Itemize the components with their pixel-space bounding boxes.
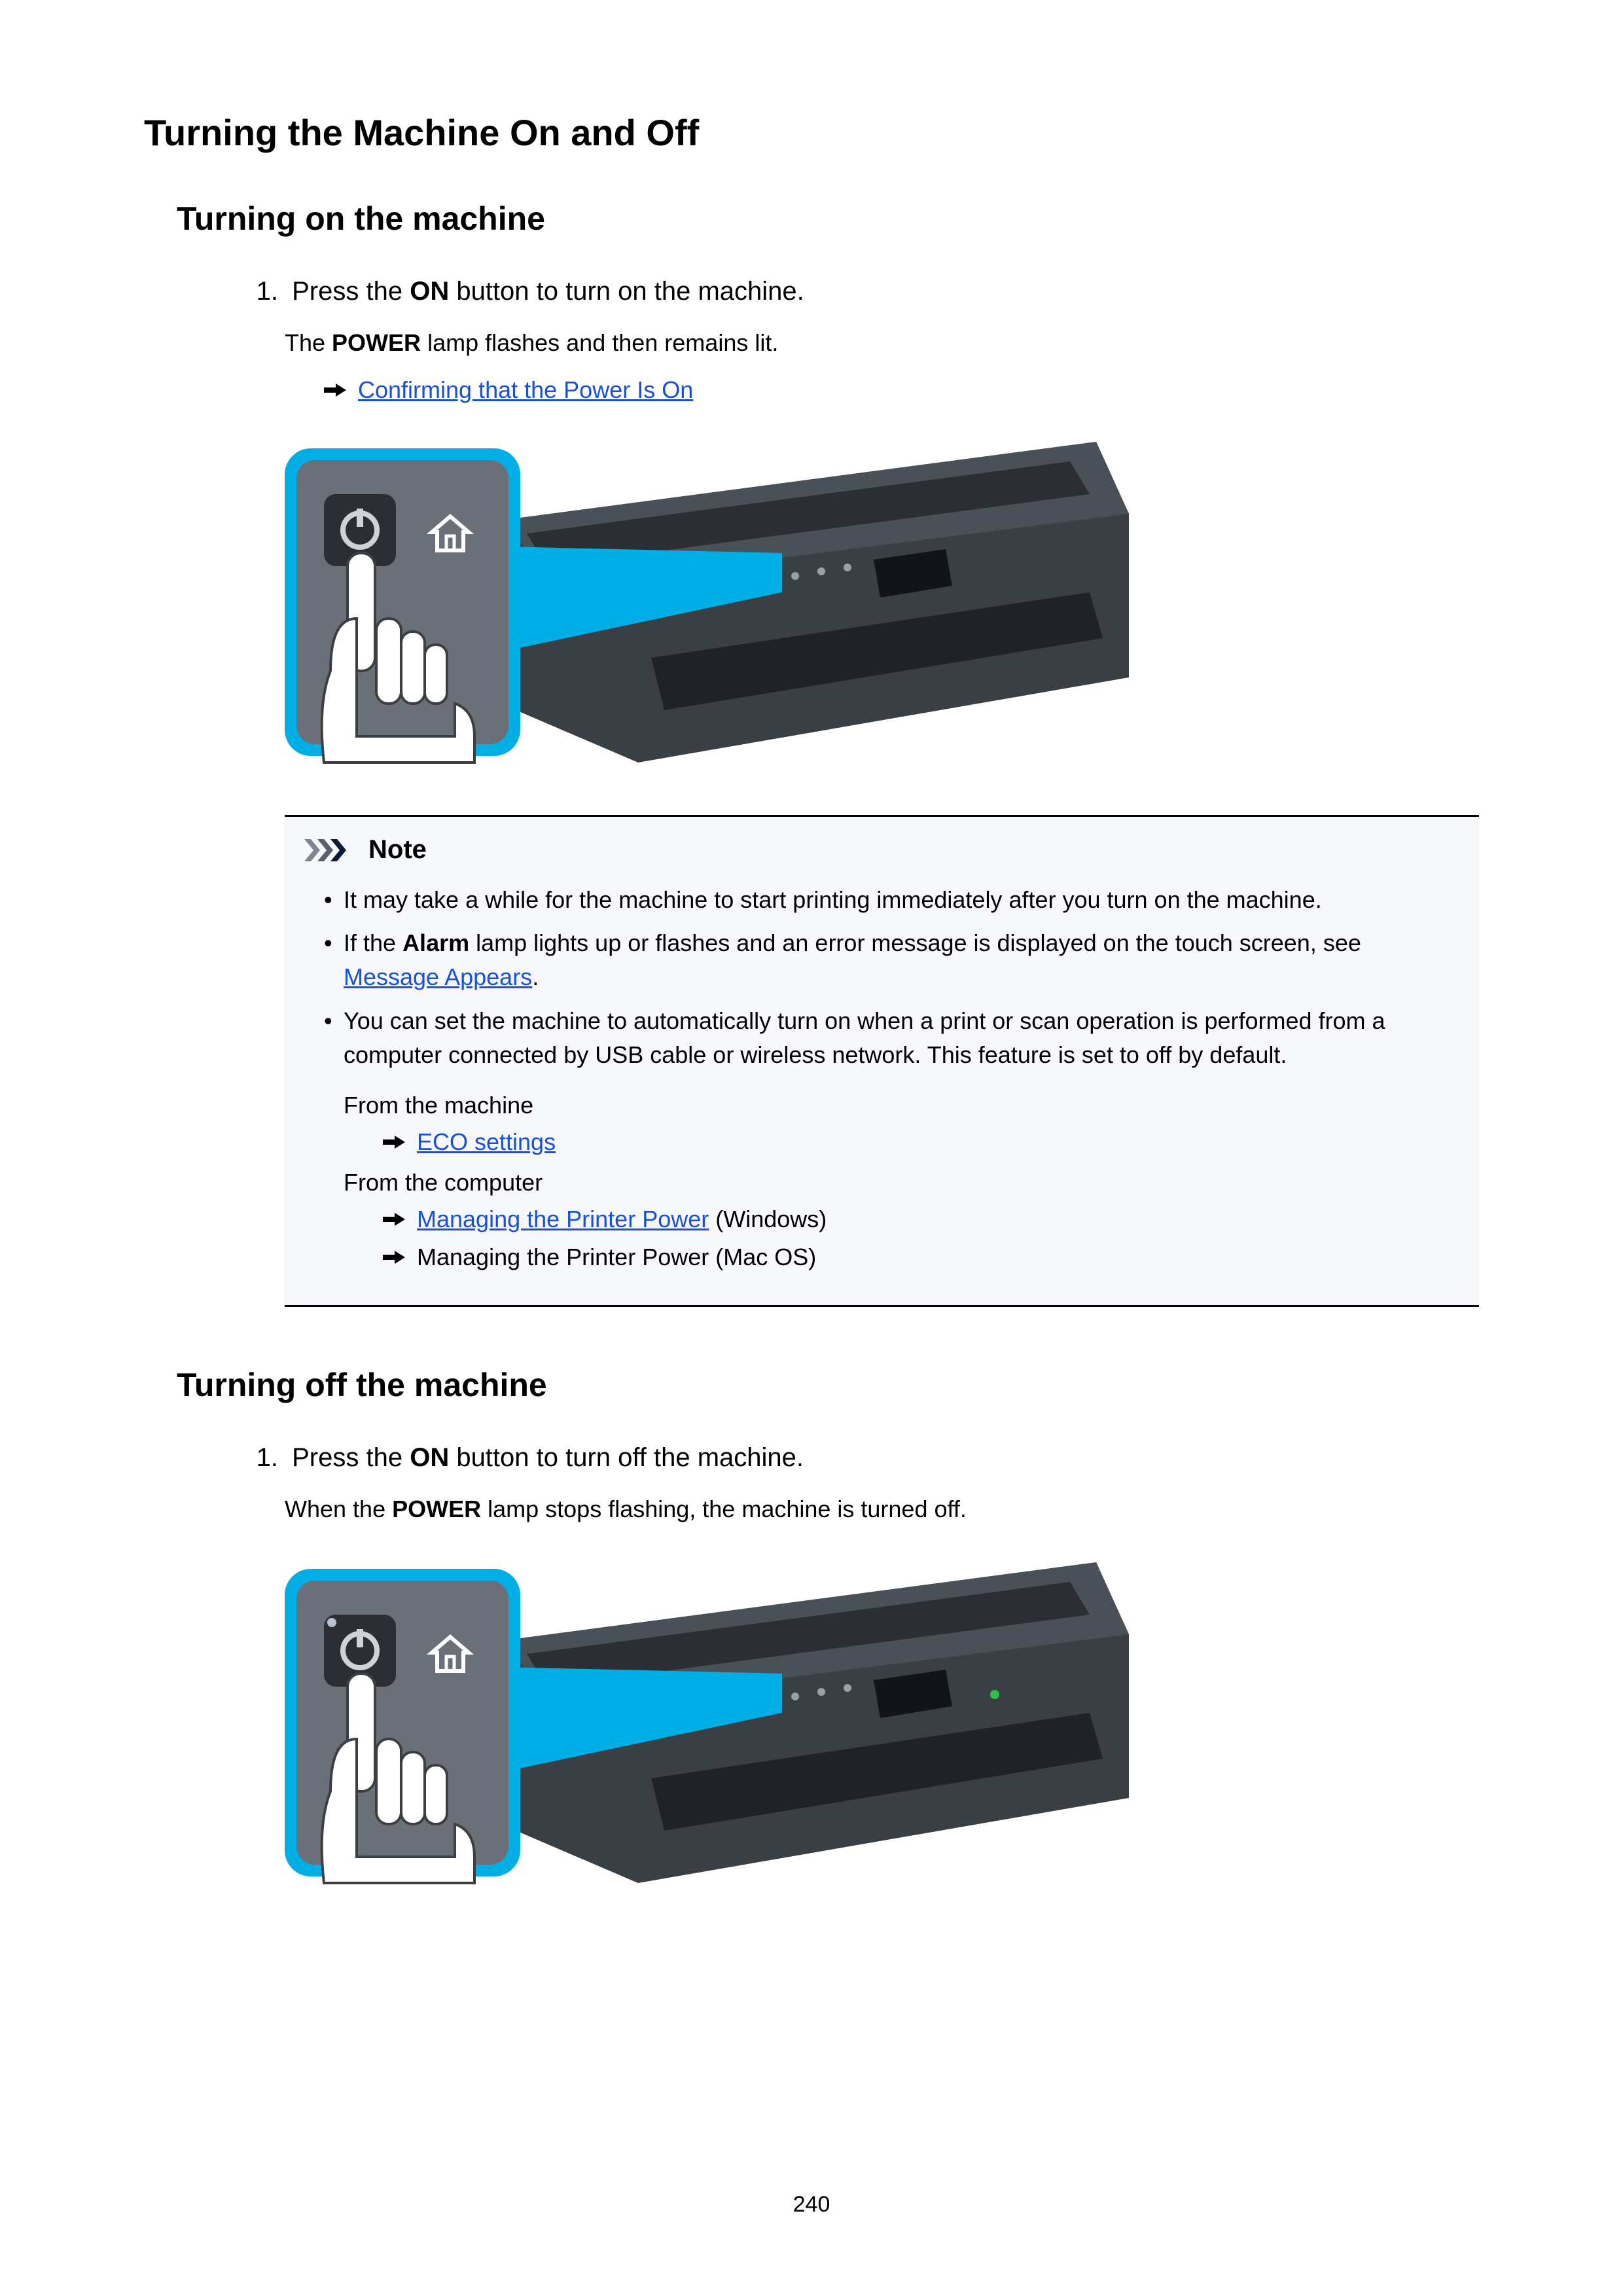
step-text-suffix: button to turn off the machine.: [449, 1443, 804, 1472]
sub-text-bold: POWER: [392, 1496, 481, 1522]
note-box: Note It may take a while for the machine…: [285, 815, 1479, 1307]
page-number: 240: [0, 2192, 1623, 2217]
note-bullet-2: If the Alarm lamp lights up or flashes a…: [324, 926, 1459, 994]
text-mac-suffix: (Mac OS): [709, 1244, 816, 1270]
note-bullets: It may take a while for the machine to s…: [324, 883, 1459, 1072]
page-title: Turning the Machine On and Off: [144, 111, 1479, 154]
note-bullet-3: You can set the machine to automatically…: [324, 1004, 1459, 1072]
step-text-suffix: button to turn on the machine.: [449, 277, 804, 306]
illustration-power-on: [285, 422, 1129, 776]
arrow-right-icon: [383, 1248, 405, 1266]
text-manage-power-mac: Managing the Printer Power: [417, 1244, 709, 1270]
sub-text-prefix: The: [285, 329, 332, 356]
note-b2-prefix: If the: [344, 929, 402, 956]
illustration-power-off: [285, 1543, 1129, 1896]
step-1-on: 1. Press the ON button to turn on the ma…: [242, 277, 1479, 1307]
link-message-appears[interactable]: Message Appears: [344, 963, 532, 990]
note-bullet-1: It may take a while for the machine to s…: [324, 883, 1459, 917]
note-from-computer: From the computer: [344, 1169, 1459, 1196]
note-title: Note: [368, 835, 427, 865]
sub-text-bold: POWER: [332, 329, 421, 356]
sub-text-suffix: lamp stops flashing, the machine is turn…: [481, 1496, 967, 1522]
note-b2-bold: Alarm: [402, 929, 469, 956]
step-1-off: 1. Press the ON button to turn off the m…: [242, 1443, 1479, 1896]
link-confirm-power[interactable]: Confirming that the Power Is On: [358, 376, 693, 404]
step-text-prefix: Press the: [292, 1443, 410, 1472]
arrow-right-icon: [383, 1133, 405, 1151]
sub-text-prefix: When the: [285, 1496, 392, 1522]
arrow-right-icon: [383, 1210, 405, 1229]
note-b2-suffix: .: [532, 963, 539, 990]
step-text-bold: ON: [410, 1443, 449, 1472]
step-text-prefix: Press the: [292, 277, 410, 306]
section-heading-off: Turning off the machine: [177, 1366, 1479, 1404]
text-windows-suffix: (Windows): [709, 1206, 827, 1232]
note-from-machine: From the machine: [344, 1092, 1459, 1119]
arrow-right-icon: [324, 381, 346, 399]
note-b2-mid: lamp lights up or flashes and an error m…: [469, 929, 1361, 956]
step-number: 1.: [242, 277, 278, 306]
step-number: 1.: [242, 1443, 278, 1473]
sub-text-suffix: lamp flashes and then remains lit.: [421, 329, 778, 356]
chevrons-icon: [304, 839, 358, 861]
section-heading-on: Turning on the machine: [177, 200, 1479, 238]
link-manage-power-win[interactable]: Managing the Printer Power: [417, 1206, 709, 1232]
step-text-bold: ON: [410, 277, 449, 306]
link-eco-settings[interactable]: ECO settings: [417, 1128, 556, 1156]
